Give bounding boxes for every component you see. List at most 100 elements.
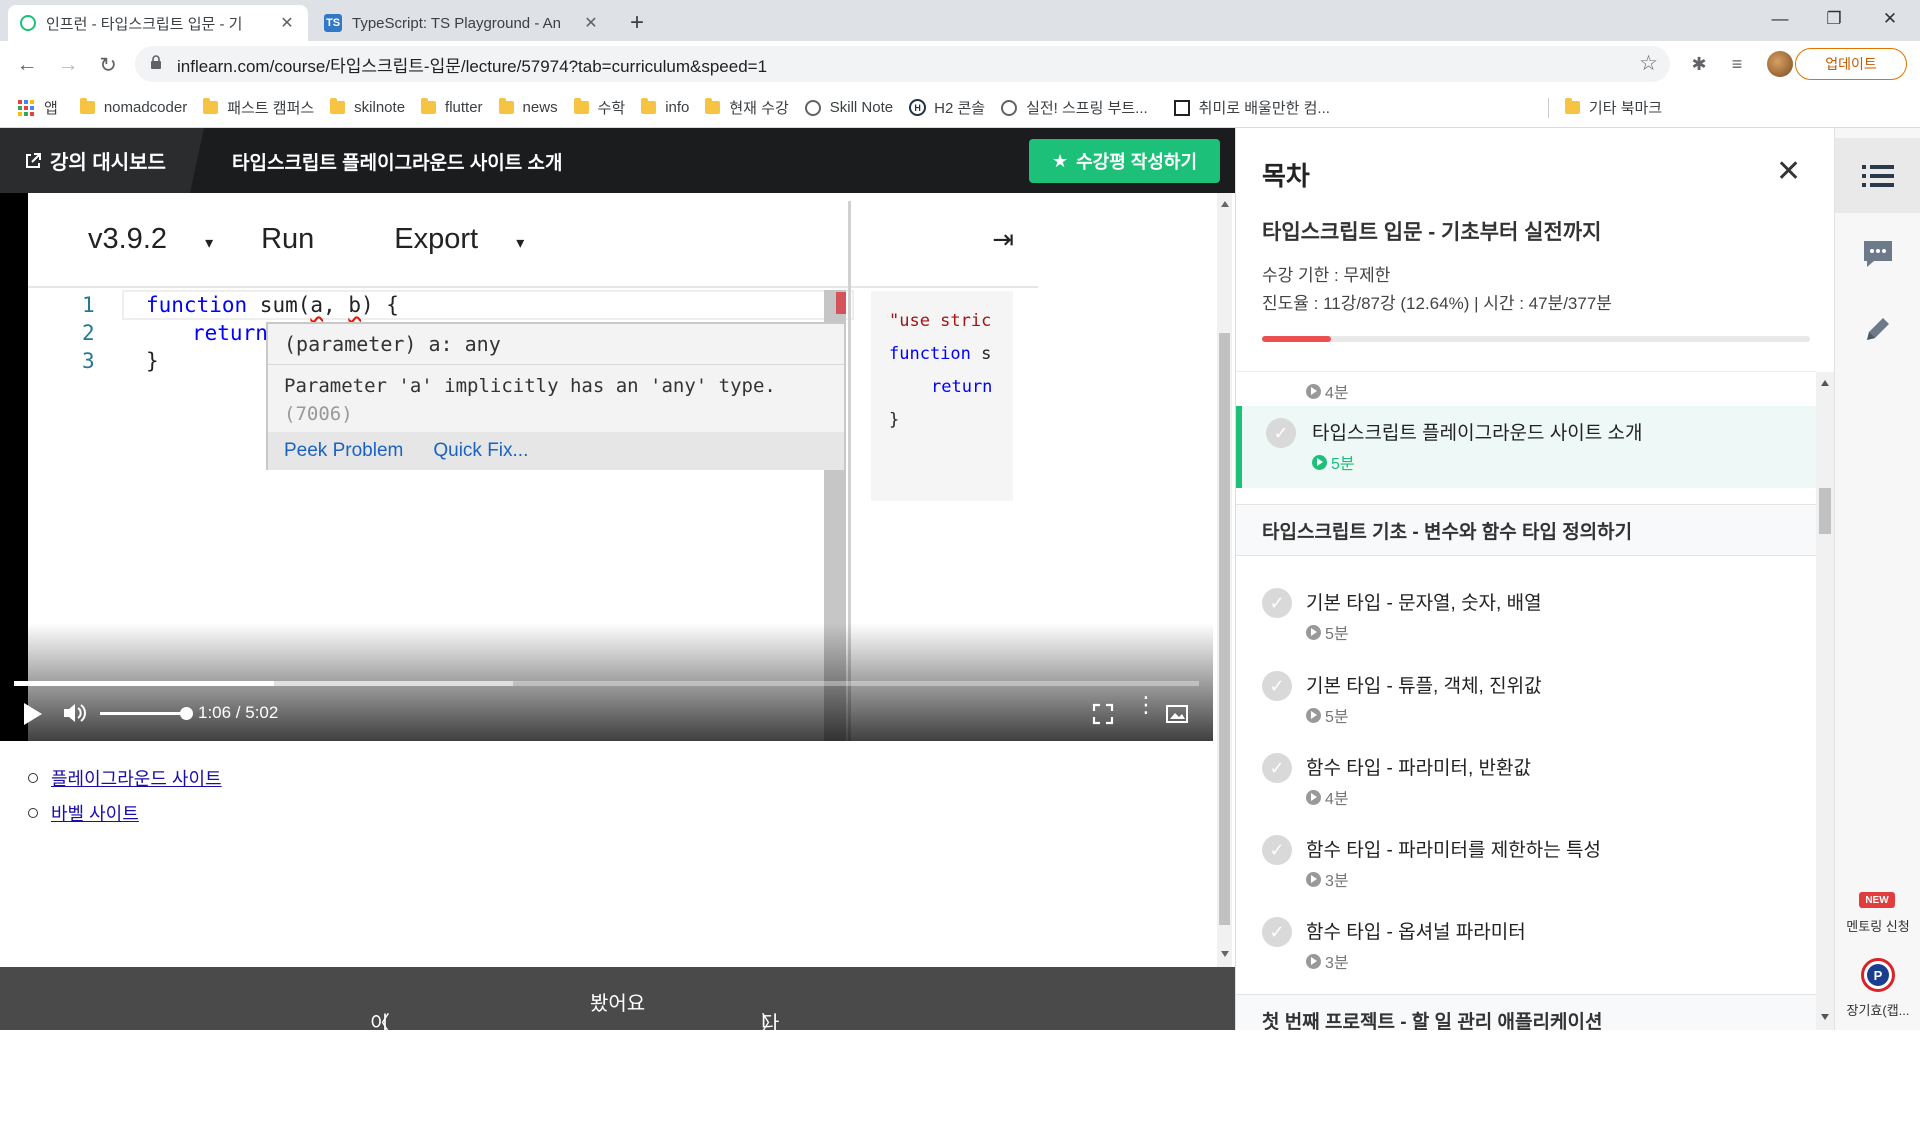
page-scrollbar[interactable]	[1217, 193, 1232, 967]
scroll-up-icon[interactable]	[1821, 380, 1829, 386]
close-tab-icon[interactable]: ✕	[278, 13, 296, 33]
bookmark-link[interactable]: 실전! 스프링 부트...	[1001, 97, 1148, 118]
scroll-down-icon[interactable]	[1821, 1014, 1829, 1020]
section-header[interactable]: 타입스크립트 기초 - 변수와 함수 타입 정의하기	[1236, 504, 1816, 556]
bookmark-label: Skill Note	[829, 99, 894, 116]
playground-toolbar: v3.9.2 ▾ Run Export ▾ ⇥	[28, 193, 1038, 288]
window-close-icon[interactable]: ✕	[1862, 0, 1918, 38]
tab-inflearn[interactable]: 인프런 - 타입스크립트 입문 - 기 ✕	[8, 5, 308, 41]
bookmark-folder[interactable]: news	[498, 98, 558, 116]
header-divider	[190, 128, 204, 193]
site-icon	[1173, 99, 1190, 116]
bookmark-label: skilnote	[354, 99, 406, 116]
forward-icon[interactable]: →	[52, 49, 84, 81]
bookmark-link[interactable]: H H2 콘솔	[909, 97, 985, 118]
bookmark-apps[interactable]: 앱	[18, 97, 58, 118]
bookmark-folder[interactable]: 패스트 캠퍼스	[203, 97, 314, 118]
scroll-thumb[interactable]	[1819, 488, 1831, 534]
course-header: 강의 대시보드 타입스크립트 플레이그라운드 사이트 소개 ★ 수강평 작성하기	[0, 128, 1235, 193]
minimize-icon[interactable]: —	[1752, 0, 1808, 38]
hover-tooltip: (parameter) a: any Parameter 'a' implici…	[266, 322, 846, 470]
lesson-item[interactable]: ✓ 함수 타입 - 파라미터, 반환값 4분	[1236, 735, 1816, 817]
keyword: function	[889, 344, 971, 364]
scroll-down-icon[interactable]	[1221, 951, 1229, 957]
bookmark-folder[interactable]: 수학	[573, 97, 625, 118]
scroll-thumb[interactable]	[1219, 333, 1230, 925]
bookmark-link[interactable]: 취미로 배울만한 컴...	[1173, 97, 1330, 118]
course-title: 타입스크립트 입문 - 기초부터 실전까지	[1262, 221, 1602, 244]
playground-site-link[interactable]: 플레이그라운드 사이트	[51, 765, 222, 791]
folder-icon	[79, 98, 95, 114]
bookmark-folder[interactable]: info	[641, 98, 689, 116]
new-tab-button[interactable]: +	[618, 5, 654, 41]
maximize-icon[interactable]: ❐	[1806, 0, 1862, 38]
bookmark-folder[interactable]: 현재 수강	[705, 97, 789, 118]
fullscreen-icon[interactable]	[1092, 703, 1114, 725]
bookmark-star-icon[interactable]: ☆	[1639, 51, 1658, 76]
lesson-item[interactable]: ✓ 기본 타입 - 문자열, 숫자, 배열 5분	[1236, 570, 1816, 652]
mentoring-button[interactable]: 멘토링 신청	[1835, 916, 1920, 935]
curriculum-tab-button[interactable]	[1835, 138, 1920, 213]
lesson-item[interactable]: ✓ 함수 타입 - 옵셔널 파라미터 3분	[1236, 899, 1816, 981]
lesson-duration: 5분	[1306, 620, 1349, 644]
media-queue-icon[interactable]: ≡	[1724, 51, 1750, 77]
play-icon[interactable]	[24, 703, 42, 725]
volume-icon[interactable]	[62, 701, 88, 725]
qna-tab-button[interactable]	[1835, 216, 1920, 291]
picture-in-picture-icon[interactable]	[1165, 703, 1189, 725]
bookmark-folder[interactable]: flutter	[421, 98, 483, 116]
video-player[interactable]: v3.9.2 ▾ Run Export ▾ ⇥ 1 2 3 function s…	[0, 193, 1213, 741]
volume-slider[interactable]	[100, 707, 193, 720]
bookmark-label: 현재 수강	[729, 100, 789, 117]
tab-ts-playground[interactable]: TS TypeScript: TS Playground - An ✕	[312, 5, 612, 41]
sidebar-title: 목차	[1262, 161, 1310, 191]
address-bar[interactable]: inflearn.com/course/타입스크립트-입문/lecture/57…	[135, 46, 1670, 82]
lesson-item[interactable]: ✓ 기본 타입 - 튜플, 객체, 진위값 5분	[1236, 653, 1816, 735]
video-time: 1:06 / 5:02	[198, 703, 279, 722]
bookmark-link[interactable]: Skill Note	[804, 99, 894, 116]
mark-watched-button[interactable]: 봤어요	[590, 987, 645, 1016]
volume-knob[interactable]	[179, 707, 193, 720]
notes-tab-button[interactable]	[1835, 291, 1920, 366]
reload-icon[interactable]: ↻	[92, 49, 124, 81]
browser-toolbar: ← → ↻ inflearn.com/course/타입스크립트-입문/lect…	[0, 41, 1920, 88]
h2-icon: H	[909, 99, 927, 116]
duration-label: 4분	[1325, 385, 1349, 402]
profile-avatar[interactable]	[1767, 51, 1793, 77]
video-played	[14, 681, 274, 686]
back-icon[interactable]: ←	[11, 49, 43, 81]
more-options-icon[interactable]: ⋮	[1135, 694, 1157, 716]
bookmark-folder-other[interactable]: 기타 북마크	[1564, 97, 1662, 118]
extensions-icon[interactable]: ✱	[1686, 51, 1712, 77]
course-limit: 수강 기한 : 무제한	[1262, 266, 1391, 285]
tab-title: 인프런 - 타입스크립트 입문 - 기	[46, 15, 243, 33]
play-circle-icon	[1306, 953, 1321, 969]
bookmark-folder[interactable]: skilnote	[330, 98, 406, 116]
play-circle-icon	[1306, 383, 1321, 399]
close-tab-icon[interactable]: ✕	[582, 13, 600, 33]
user-avatar[interactable]: P	[1861, 958, 1895, 992]
update-button[interactable]: 업데이트	[1795, 48, 1907, 80]
lesson-item[interactable]: ✓ 함수 타입 - 파라미터를 제한하는 특성 3분	[1236, 817, 1816, 899]
prev-label: 이전 강의	[370, 1013, 389, 1122]
section-header[interactable]: 첫 번째 프로젝트 - 할 일 관리 애플리케이션	[1236, 994, 1816, 1030]
bookmark-folder[interactable]: nomadcoder	[79, 98, 187, 116]
dashboard-button[interactable]: 강의 대시보드	[0, 128, 190, 193]
scroll-up-icon[interactable]	[1221, 201, 1229, 207]
lesson-duration: 5분	[1312, 450, 1355, 474]
user-p-icon: P	[1867, 964, 1889, 986]
play-circle-icon	[1312, 454, 1327, 470]
write-review-button[interactable]: ★ 수강평 작성하기	[1029, 139, 1220, 183]
lesson-item-current[interactable]: ✓ 타입스크립트 플레이그라운드 사이트 소개 5분	[1236, 406, 1816, 488]
code-param-b: b	[348, 293, 361, 317]
close-icon[interactable]: ✕	[1776, 154, 1801, 189]
lesson-title: 기본 타입 - 문자열, 숫자, 배열	[1306, 593, 1542, 614]
peek-problem-link: Peek Problem	[284, 440, 404, 461]
sidebar-scrollbar[interactable]	[1816, 372, 1834, 1030]
folder-icon	[573, 98, 589, 114]
folder-icon	[705, 98, 721, 114]
video-progress-bar[interactable]	[14, 681, 1199, 686]
inflearn-icon	[20, 15, 36, 31]
babel-site-link[interactable]: 바벨 사이트	[51, 800, 139, 826]
duration-label: 3분	[1325, 873, 1349, 890]
